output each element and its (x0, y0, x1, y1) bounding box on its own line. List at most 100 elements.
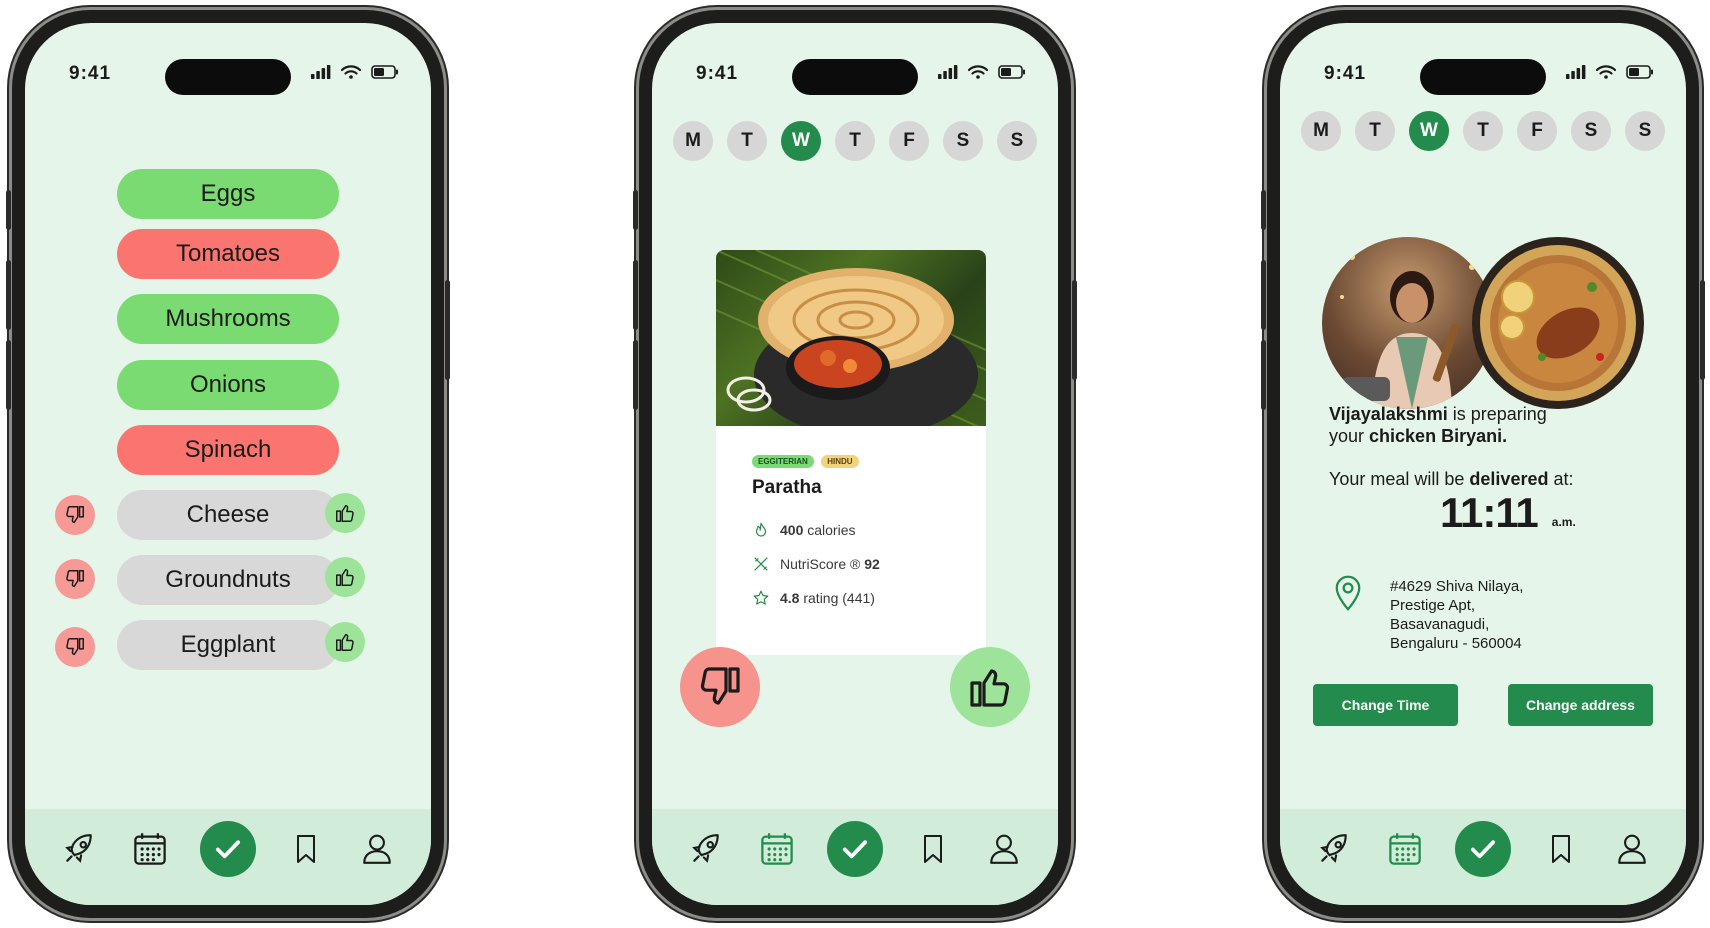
meal-name: chicken Biryani. (1369, 426, 1508, 446)
status-time: 9:41 (69, 63, 112, 84)
phone-meal-card: 9:41 M T W T F S S EGGITERIAN HINDU Para… (633, 10, 1077, 918)
tab-discover[interactable] (1312, 827, 1356, 871)
flame-icon (752, 521, 770, 539)
tab-profile[interactable] (1610, 827, 1654, 871)
ingredient-pill-mushrooms[interactable]: Mushrooms (117, 294, 339, 344)
rocket-icon (62, 832, 96, 866)
delivery-ampm: a.m. (1551, 515, 1576, 529)
tab-calendar[interactable] (1383, 827, 1427, 871)
thumbs-up-icon (334, 566, 356, 588)
thumbs-up-button[interactable] (325, 622, 365, 662)
day-friday[interactable]: F (1517, 111, 1557, 151)
profile-icon (360, 832, 394, 866)
tab-confirm[interactable] (199, 821, 256, 877)
screen: 9:41 Eggs Tomatoes Mushrooms Onions Spin… (25, 23, 431, 905)
bookmark-icon (290, 833, 322, 865)
signal-icon (1566, 65, 1586, 79)
day-sunday[interactable]: S (997, 121, 1037, 161)
thumbs-down-button[interactable] (55, 627, 95, 667)
tab-confirm[interactable] (1454, 821, 1511, 877)
dish-name: Paratha (752, 477, 822, 498)
meal-card[interactable]: EGGITERIAN HINDU Paratha 400 calories Nu… (716, 250, 986, 655)
day-friday[interactable]: F (889, 121, 929, 161)
thumbs-down-button[interactable] (55, 495, 95, 535)
religion-tag: HINDU (821, 455, 859, 468)
phone-delivery: 9:41 M T W T F S S Vijayalakshmi is prep… (1261, 10, 1705, 918)
chef-name: Vijayalakshmi (1329, 404, 1448, 424)
phone-ingredients: 9:41 Eggs Tomatoes Mushrooms Onions Spin… (6, 10, 450, 918)
ingredient-pill-tomatoes[interactable]: Tomatoes (117, 229, 339, 279)
preparing-text: is preparing (1452, 404, 1547, 424)
tab-confirm[interactable] (826, 821, 883, 877)
thumbs-up-icon (334, 631, 356, 653)
ingredient-pill-eggplant[interactable]: Eggplant (117, 620, 339, 670)
rating-count: rating (441) (803, 590, 875, 606)
rating-row: 4.8 rating (441) (752, 589, 950, 607)
chef-photo (1322, 237, 1494, 409)
utensils-icon (752, 555, 770, 573)
dynamic-island (792, 59, 918, 95)
tab-saved[interactable] (911, 827, 955, 871)
dislike-meal-button[interactable] (680, 647, 760, 727)
tab-calendar[interactable] (128, 827, 172, 871)
bookmark-icon (1545, 833, 1577, 865)
like-meal-button[interactable] (950, 647, 1030, 727)
day-selector: M T W T F S S (652, 121, 1058, 161)
status-bar: 9:41 (1280, 59, 1686, 95)
ingredient-pill-onions[interactable]: Onions (117, 360, 339, 410)
delivery-time: 11:11 (1440, 489, 1539, 536)
wifi-icon (968, 65, 988, 79)
signal-icon (311, 65, 331, 79)
day-tuesday[interactable]: T (1355, 111, 1395, 151)
ingredient-pill-cheese[interactable]: Cheese (117, 490, 339, 540)
thumbs-down-button[interactable] (55, 559, 95, 599)
tab-discover[interactable] (684, 827, 728, 871)
delivery-address: #4629 Shiva Nilaya, Prestige Apt, Basava… (1390, 577, 1523, 653)
day-wednesday[interactable]: W (1409, 111, 1449, 151)
tab-saved[interactable] (1539, 827, 1583, 871)
day-monday[interactable]: M (1301, 111, 1341, 151)
tab-bar (1280, 809, 1686, 905)
delivery-message: Your meal will be delivered at: (1329, 469, 1659, 490)
dynamic-island (1420, 59, 1546, 95)
nutriscore-row: NutriScore ® 92 (752, 555, 950, 573)
day-tuesday[interactable]: T (727, 121, 767, 161)
tab-profile[interactable] (355, 827, 399, 871)
tab-saved[interactable] (284, 827, 328, 871)
day-thursday[interactable]: T (835, 121, 875, 161)
dish-photo (716, 250, 986, 426)
nutriscore-value: 92 (864, 556, 880, 572)
status-time: 9:41 (1324, 63, 1367, 84)
day-wednesday[interactable]: W (781, 121, 821, 161)
calories-row: 400 calories (752, 521, 950, 539)
day-thursday[interactable]: T (1463, 111, 1503, 151)
ingredient-pill-groundnuts[interactable]: Groundnuts (117, 555, 339, 605)
ingredient-pill-spinach[interactable]: Spinach (117, 425, 339, 475)
day-saturday[interactable]: S (943, 121, 983, 161)
nutriscore-label: NutriScore ® (780, 556, 861, 572)
day-monday[interactable]: M (673, 121, 713, 161)
profile-icon (1615, 832, 1649, 866)
day-saturday[interactable]: S (1571, 111, 1611, 151)
thumbs-up-button[interactable] (325, 493, 365, 533)
calendar-icon (759, 831, 795, 867)
screen: 9:41 M T W T F S S (652, 23, 1058, 905)
your-text: your (1329, 426, 1365, 446)
change-address-button[interactable]: Change address (1508, 684, 1653, 726)
tab-calendar[interactable] (755, 827, 799, 871)
thumbs-up-button[interactable] (325, 557, 365, 597)
address-line: #4629 Shiva Nilaya, (1390, 578, 1524, 595)
day-sunday[interactable]: S (1625, 111, 1665, 151)
tab-profile[interactable] (982, 827, 1026, 871)
screen: 9:41 M T W T F S S (1280, 23, 1686, 905)
calendar-icon (132, 831, 168, 867)
status-bar: 9:41 (25, 59, 431, 95)
wifi-icon (1596, 65, 1616, 79)
tab-discover[interactable] (57, 827, 101, 871)
thumbs-up-icon (334, 502, 356, 524)
day-selector: M T W T F S S (1280, 111, 1686, 151)
ingredient-pill-eggs[interactable]: Eggs (117, 169, 339, 219)
biryani-photo (1472, 237, 1644, 409)
change-time-button[interactable]: Change Time (1313, 684, 1458, 726)
bookmark-icon (917, 833, 949, 865)
